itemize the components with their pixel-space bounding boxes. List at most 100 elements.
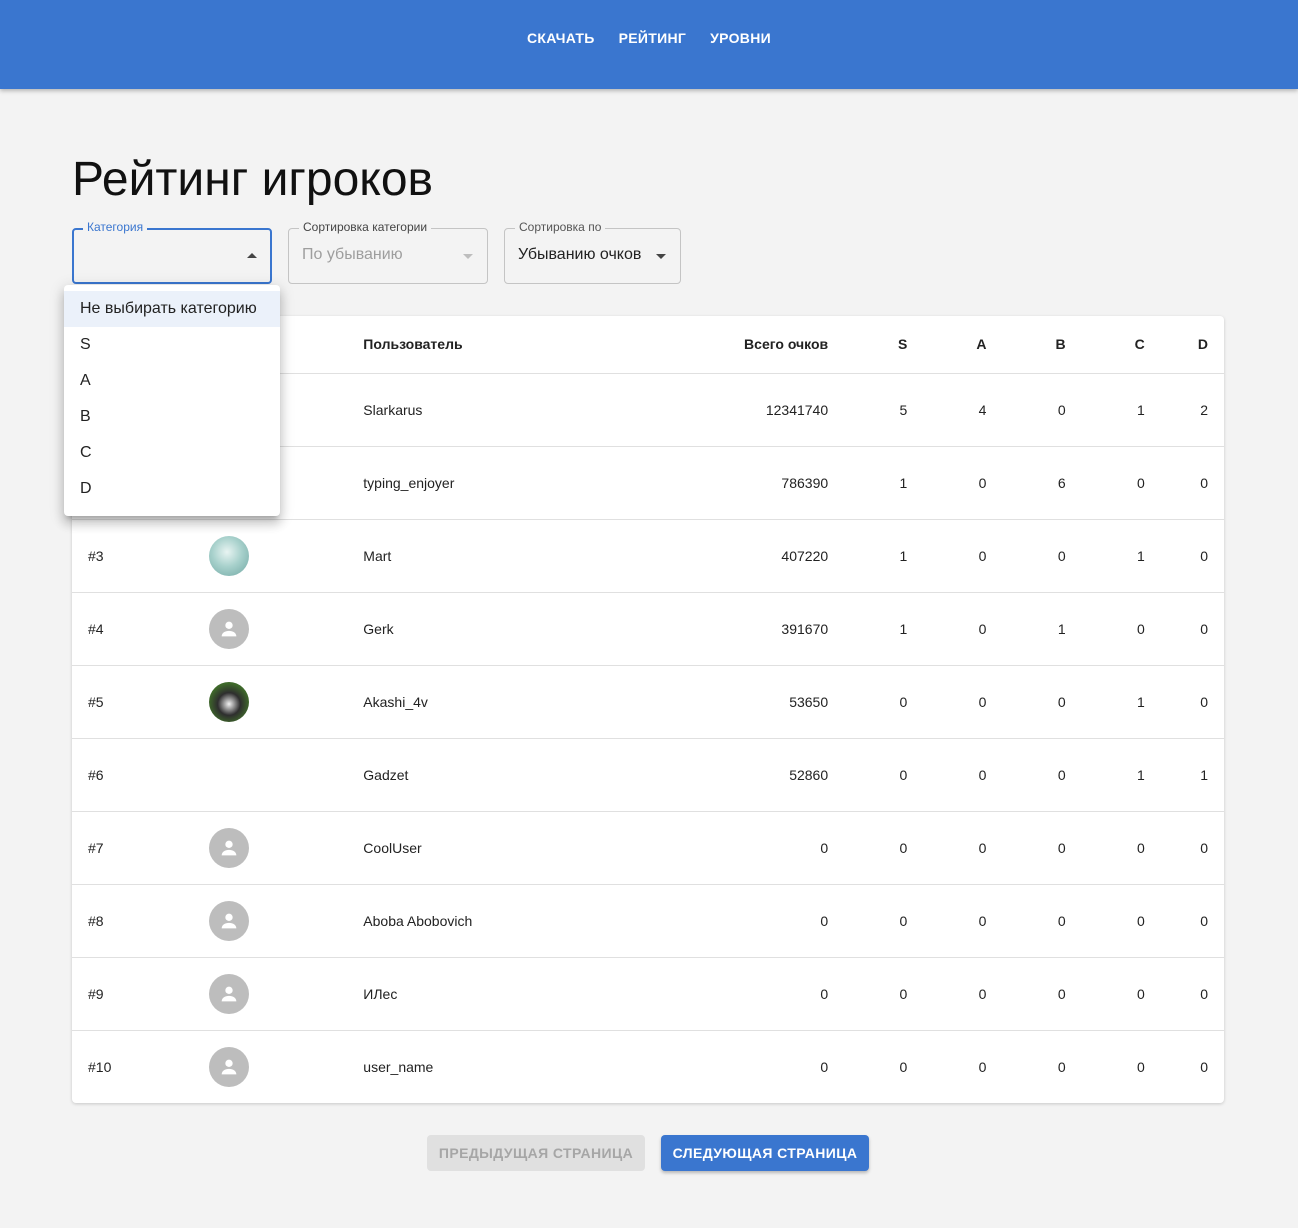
username-cell: Gadzet — [363, 738, 705, 812]
prev-page-button[interactable]: ПРЕДЫДУЩАЯ СТРАНИЦА — [427, 1135, 645, 1171]
grade-a-cell: 0 — [907, 446, 987, 520]
menu-item-s[interactable]: S — [64, 327, 280, 363]
header-user: Пользователь — [363, 316, 705, 374]
page-title: Рейтинг игроков — [72, 153, 434, 206]
table-row[interactable]: #7 CoolUser 0 0 0 0 0 0 — [72, 811, 1224, 885]
menu-item-no-category[interactable]: Не выбирать категорию — [64, 291, 280, 327]
username-cell: Akashi_4v — [363, 665, 705, 739]
nav-levels[interactable]: УРОВНИ — [710, 30, 771, 46]
grade-c-cell: 1 — [1065, 519, 1145, 593]
app-bar: СКАЧАТЬ РЕЙТИНГ УРОВНИ — [0, 0, 1298, 89]
menu-item-a[interactable]: A — [64, 363, 280, 399]
grade-b-cell: 0 — [986, 884, 1066, 958]
nav-download[interactable]: СКАЧАТЬ — [527, 30, 595, 46]
grade-d-cell: 0 — [1144, 884, 1224, 958]
grade-s-cell: 0 — [828, 738, 908, 812]
table-row[interactable]: #8 Aboba Abobovich 0 0 0 0 0 0 — [72, 884, 1224, 958]
grade-s-cell: 0 — [828, 957, 908, 1031]
avatar — [208, 754, 249, 795]
top-nav: СКАЧАТЬ РЕЙТИНГ УРОВНИ — [0, 30, 1298, 46]
grade-b-cell: 0 — [986, 957, 1066, 1031]
grade-a-cell: 0 — [907, 519, 987, 593]
username-cell: Mart — [363, 519, 705, 593]
grade-b-cell: 1 — [986, 592, 1066, 666]
grade-a-cell: 0 — [907, 665, 987, 739]
grade-c-cell: 1 — [1065, 665, 1145, 739]
username-cell: CoolUser — [363, 811, 705, 885]
table-row[interactable]: #10 user_name 0 0 0 0 0 0 — [72, 1030, 1224, 1103]
grade-c-cell: 1 — [1065, 738, 1145, 812]
grade-a-cell: 0 — [907, 592, 987, 666]
grade-d-cell: 0 — [1144, 665, 1224, 739]
table-row[interactable]: #4 Gerk 391670 1 0 1 0 0 — [72, 592, 1224, 666]
grade-c-cell: 0 — [1065, 446, 1145, 520]
person-icon — [208, 827, 249, 868]
category-select-label: Категория — [83, 220, 148, 234]
grade-d-cell: 0 — [1144, 957, 1224, 1031]
total-points-cell: 0 — [704, 957, 829, 1031]
category-dropdown-menu: Не выбирать категорию S A B C D — [64, 285, 280, 516]
menu-item-c[interactable]: C — [64, 435, 280, 471]
grade-s-cell: 0 — [828, 665, 908, 739]
grade-s-cell: 0 — [828, 884, 908, 958]
grade-d-cell: 0 — [1144, 811, 1224, 885]
grade-a-cell: 0 — [907, 957, 987, 1031]
category-sort-label: Сортировка категории — [299, 220, 432, 234]
total-points-cell: 407220 — [704, 519, 829, 593]
rank-cell: #7 — [72, 811, 193, 885]
total-points-cell: 12341740 — [704, 373, 829, 447]
grade-s-cell: 1 — [828, 519, 908, 593]
table-row[interactable]: #3 Mart 407220 1 0 0 1 0 — [72, 519, 1224, 593]
category-select[interactable]: Категория — [72, 220, 272, 284]
person-icon — [208, 1046, 249, 1087]
table-row[interactable]: #6 Gadzet 52860 0 0 0 1 1 — [72, 738, 1224, 812]
grade-d-cell: 0 — [1144, 519, 1224, 593]
avatar — [208, 681, 249, 722]
header-c: C — [1065, 316, 1145, 374]
grade-b-cell: 0 — [1057, 1058, 1066, 1075]
grade-a-cell: 0 — [907, 884, 987, 958]
header-a: A — [907, 316, 987, 374]
grade-c-cell: 0 — [1065, 884, 1145, 958]
next-page-button[interactable]: СЛЕДУЮЩАЯ СТРАНИЦА — [661, 1135, 869, 1171]
total-points-cell: 786390 — [704, 446, 829, 520]
grade-a-cell: 0 — [907, 811, 987, 885]
grade-c-cell: 0 — [1065, 592, 1145, 666]
menu-item-b[interactable]: B — [64, 399, 280, 435]
table-row[interactable]: #9 ИЛес 0 0 0 0 0 0 — [72, 957, 1224, 1031]
chevron-down-icon — [463, 254, 473, 259]
avatar — [208, 535, 249, 576]
avatar-cell — [192, 884, 364, 958]
total-points-cell: 53650 — [704, 665, 829, 739]
menu-item-d[interactable]: D — [64, 471, 280, 507]
avatar-cell — [192, 519, 364, 593]
header-b: B — [986, 316, 1066, 374]
rank-cell: #8 — [72, 884, 193, 958]
category-sort-select[interactable]: Сортировка категории По убыванию — [288, 220, 488, 284]
person-icon — [208, 900, 249, 941]
username-cell: Aboba Abobovich — [363, 884, 705, 958]
avatar-cell — [193, 1030, 364, 1103]
grade-b-cell: 0 — [986, 811, 1066, 885]
grade-d-cell: 1 — [1144, 738, 1224, 812]
grade-s-cell: 0 — [899, 1058, 908, 1075]
avatar-cell — [192, 738, 364, 812]
grade-a-cell: 0 — [978, 1058, 987, 1075]
avatar-cell — [192, 592, 364, 666]
header-d: D — [1144, 316, 1224, 374]
username-cell: ИЛес — [363, 957, 705, 1031]
table-row[interactable]: #5 Akashi_4v 53650 0 0 0 1 0 — [72, 665, 1224, 739]
sort-by-value: Убыванию очков — [518, 246, 642, 263]
total-points-cell: 0 — [820, 1058, 829, 1075]
rank-cell: #5 — [72, 665, 193, 739]
grade-s-cell: 0 — [828, 811, 908, 885]
grade-c-cell: 0 — [1065, 957, 1145, 1031]
grade-b-cell: 0 — [986, 738, 1066, 812]
total-points-cell: 391670 — [704, 592, 829, 666]
username-cell: Slarkarus — [363, 373, 705, 447]
nav-rating[interactable]: РЕЙТИНГ — [619, 30, 687, 46]
grade-d-cell: 0 — [1144, 446, 1224, 520]
rank-cell: #6 — [72, 738, 193, 812]
sort-by-select[interactable]: Сортировка по Убыванию очков — [504, 220, 681, 284]
username-cell: user_name — [363, 1058, 434, 1075]
